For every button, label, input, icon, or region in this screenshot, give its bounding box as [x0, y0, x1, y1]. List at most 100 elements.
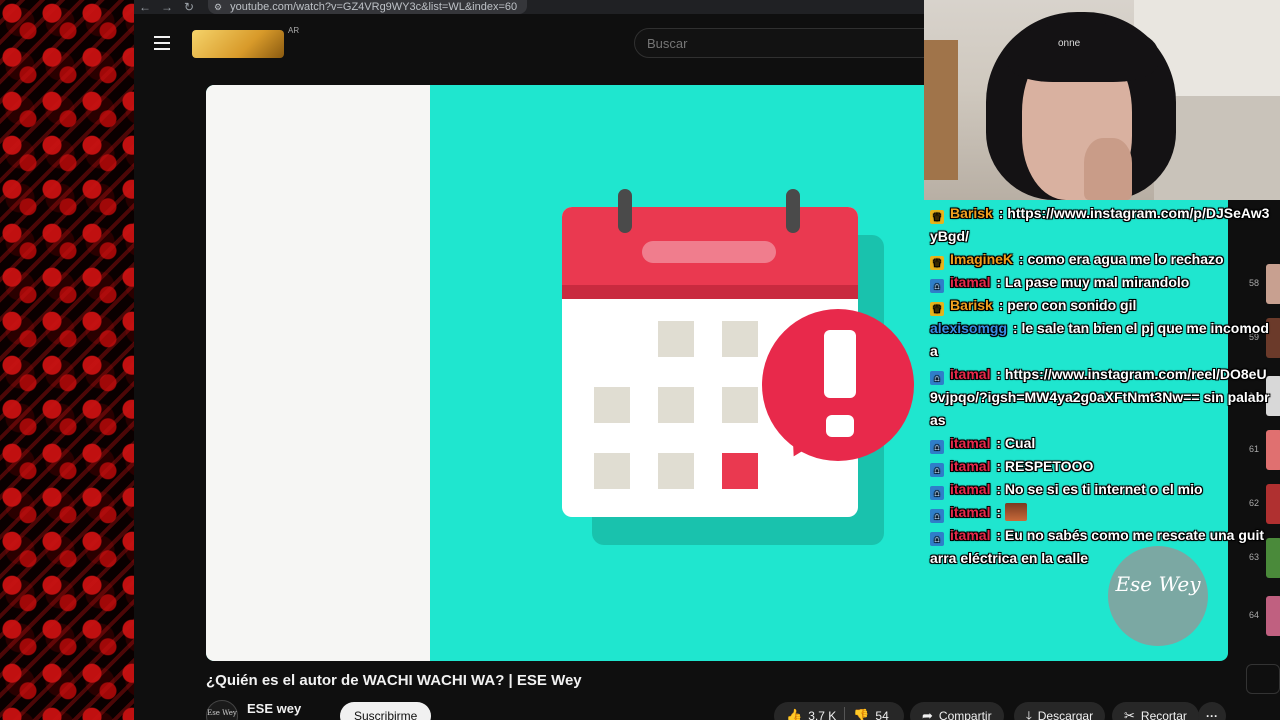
browser-toolbar: ← → ↻ ⚙ youtube.com/watch?v=GZ4VRg9WY3c&…: [134, 0, 934, 14]
chat-text: La pase muy mal mirandolo: [1004, 274, 1190, 290]
like-button[interactable]: 👍 3,7 K: [774, 707, 846, 720]
playlist-item[interactable]: 64: [1248, 594, 1280, 638]
chat-separator: :: [994, 297, 1008, 313]
chat-username[interactable]: itamal: [950, 435, 990, 451]
search-input[interactable]: [634, 28, 934, 58]
calendar-ring: [786, 189, 800, 233]
chat-text: pero con sonido gil: [1007, 297, 1137, 313]
prime-badge-icon: ⌂: [930, 371, 944, 385]
chat-username[interactable]: itamal: [950, 481, 990, 497]
chat-emote-icon: [1004, 503, 1027, 521]
thumbs-up-icon: 👍: [786, 708, 803, 720]
chat-separator: :: [1015, 251, 1028, 267]
scissors-icon: ✂: [1124, 708, 1135, 720]
chat-text: No se si es ti internet o el mio: [1004, 481, 1203, 497]
share-icon: ➦: [922, 708, 933, 720]
calendar-cell: [722, 321, 758, 357]
chat-message: ♛ Barisk : pero con sonido gil: [930, 294, 1270, 317]
chat-username[interactable]: alexisomgg: [930, 320, 1007, 336]
crown-badge-icon: ♛: [930, 302, 944, 316]
subscribe-button[interactable]: Suscribirme: [340, 702, 432, 720]
chat-message: ⌂ itamal :: [930, 501, 1270, 524]
calendar-cell: [594, 453, 630, 489]
calendar-cell: [658, 453, 694, 489]
calendar-ring: [618, 189, 632, 233]
back-icon[interactable]: ←: [134, 1, 156, 13]
reload-icon[interactable]: ↻: [178, 1, 200, 13]
webcam-shelf: [924, 40, 958, 180]
channel-watermark: Ese Wey: [1108, 546, 1208, 646]
clip-button[interactable]: ✂ Recortar: [1112, 702, 1199, 720]
more-actions-button[interactable]: ···: [1198, 702, 1226, 720]
download-label: Descargar: [1037, 709, 1094, 720]
playlist-index: 64: [1248, 610, 1259, 620]
chat-username[interactable]: itamal: [950, 274, 990, 290]
like-dislike-group: 👍 3,7 K 👎 54: [774, 702, 904, 720]
prime-badge-icon: ⌂: [930, 486, 944, 500]
video-title: ¿Quién es el autor de WACHI WACHI WA? | …: [206, 672, 582, 689]
chat-username[interactable]: itamal: [950, 504, 990, 520]
chat-separator: :: [992, 458, 1005, 474]
prime-badge-icon: ⌂: [930, 463, 944, 477]
crown-badge-icon: ♛: [930, 210, 944, 224]
forward-icon[interactable]: →: [156, 1, 178, 13]
chat-separator: :: [992, 504, 1005, 520]
calendar-cell: [722, 387, 758, 423]
address-bar[interactable]: ⚙ youtube.com/watch?v=GZ4VRg9WY3c&list=W…: [208, 0, 528, 14]
like-count: 3,7 K: [808, 709, 837, 720]
share-button[interactable]: ➦ Compartir: [910, 702, 1004, 720]
calendar-cell-highlighted: [722, 453, 758, 489]
calendar-cell: [594, 387, 630, 423]
url-text: youtube.com/watch?v=GZ4VRg9WY3c&list=WL&…: [230, 1, 518, 13]
chat-message: ⌂ itamal : RESPETOOO: [930, 455, 1270, 478]
chat-username[interactable]: itamal: [950, 458, 990, 474]
channel-name[interactable]: ESE wey: [247, 701, 301, 716]
country-code: AR: [288, 26, 300, 35]
channel-avatar[interactable]: Ese Wey: [206, 700, 238, 720]
download-button[interactable]: ⤓ Descargar: [1014, 702, 1106, 720]
exclamation-dot: [826, 415, 854, 437]
prime-badge-icon: ⌂: [930, 279, 944, 293]
decorative-pattern: [0, 0, 134, 720]
screen: ← → ↻ ⚙ youtube.com/watch?v=GZ4VRg9WY3c&…: [0, 0, 1280, 720]
menu-icon[interactable]: [154, 36, 170, 50]
youtube-logo[interactable]: [192, 30, 284, 58]
chat-username[interactable]: Barisk: [950, 205, 993, 221]
webcam-overlay: onne: [924, 0, 1280, 200]
chat-message: ♛ Barisk : https://www.instagram.com/p/DJ…: [930, 202, 1270, 248]
calendar-cell: [658, 321, 694, 357]
prime-badge-icon: ⌂: [930, 532, 944, 546]
chat-separator: :: [992, 527, 1005, 543]
calendar-title-bar: [642, 241, 776, 263]
download-icon: ⤓: [1026, 708, 1032, 720]
chat-overlay: ♛ Barisk : https://www.instagram.com/p/DJ…: [930, 202, 1270, 570]
chat-username[interactable]: itamal: [950, 527, 990, 543]
chat-message: ⌂ itamal : https://www.instagram.com/reel…: [930, 363, 1270, 432]
dislike-count: 54: [875, 709, 889, 720]
chat-username[interactable]: itamal: [950, 366, 990, 382]
clip-label: Recortar: [1140, 709, 1187, 720]
chat-separator: :: [1009, 320, 1022, 336]
dislike-button[interactable]: 👎 54: [845, 708, 897, 720]
chat-text: como era agua me lo rechazo: [1027, 251, 1224, 267]
chat-separator: :: [992, 366, 1005, 382]
chat-message: ♛ ImagineK : como era agua me lo rechazo: [930, 248, 1270, 271]
paper-panel: [206, 85, 430, 661]
headphone-brand: onne: [1058, 38, 1081, 49]
chat-message: ⌂ itamal : No se si es ti internet o el m…: [930, 478, 1270, 501]
webcam-person-fringe: [1008, 22, 1158, 82]
chat-username[interactable]: Barisk: [950, 297, 993, 313]
chat-username[interactable]: ImagineK: [950, 251, 1013, 267]
chat-separator: :: [992, 274, 1005, 290]
chat-separator: :: [992, 481, 1005, 497]
chat-message: ⌂ itamal : Eu no sabés como me rescate un…: [930, 524, 1270, 570]
calendar-cell: [658, 387, 694, 423]
playlist-thumbnail: [1266, 596, 1280, 636]
thumbs-down-icon: 👎: [853, 708, 870, 720]
playlist-scroll-control[interactable]: [1246, 664, 1280, 694]
chat-message: ⌂ itamal : La pase muy mal mirandolo: [930, 271, 1270, 294]
chat-separator: :: [992, 435, 1005, 451]
site-settings-icon[interactable]: ⚙: [214, 2, 222, 13]
chat-message: alexisomgg : le sale tan bien el pj que …: [930, 317, 1270, 363]
chat-message: ⌂ itamal : Cual: [930, 432, 1270, 455]
